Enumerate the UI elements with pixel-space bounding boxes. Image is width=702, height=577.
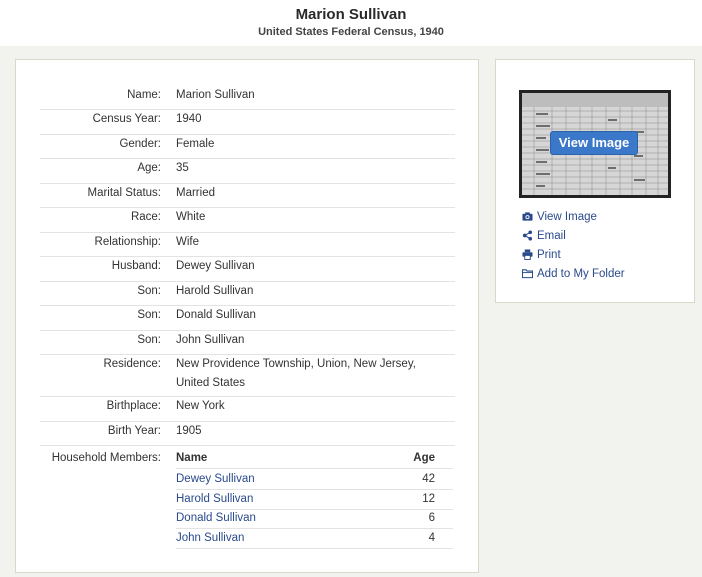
action-label: Add to My Folder — [537, 268, 625, 280]
record-label: Gender: — [119, 138, 161, 150]
record-value: Female — [176, 138, 215, 150]
page-header: Marion Sullivan United States Federal Ce… — [0, 0, 702, 46]
member-age: 12 — [422, 493, 435, 505]
column-header-age: Age — [413, 452, 435, 464]
household-members-section: Household Members: Name Age Dewey Sulliv… — [40, 449, 455, 569]
print-link[interactable]: Print — [522, 246, 625, 265]
record-value: 1905 — [176, 425, 202, 437]
record-value: Donald Sullivan — [176, 309, 256, 321]
email-link[interactable]: Email — [522, 227, 625, 246]
table-row: Dewey Sullivan 42 — [176, 470, 453, 490]
record-label: Birthplace: — [106, 400, 161, 412]
table-row: John Sullivan 4 — [176, 529, 453, 549]
record-row-birth-year: Birth Year: 1905 — [40, 422, 455, 446]
record-value: Married — [176, 187, 215, 199]
member-age: 42 — [422, 473, 435, 485]
record-label: Relationship: — [94, 236, 161, 248]
table-row: Harold Sullivan 12 — [176, 490, 453, 510]
record-label: Name: — [127, 89, 161, 101]
print-icon — [522, 249, 533, 260]
record-value: Marion Sullivan — [176, 89, 255, 101]
census-image-thumbnail[interactable]: View Image — [519, 90, 671, 198]
view-image-link[interactable]: View Image — [522, 208, 625, 227]
record-value: Harold Sullivan — [176, 285, 254, 297]
share-icon — [522, 230, 533, 241]
record-label: Race: — [130, 211, 161, 223]
add-to-folder-link[interactable]: Add to My Folder — [522, 265, 625, 284]
record-row-age: Age: 35 — [40, 159, 455, 184]
record-value: New Providence Township, Union, New Jers… — [176, 358, 416, 389]
view-image-button[interactable]: View Image — [551, 132, 637, 154]
record-value: White — [176, 211, 206, 223]
action-label: Print — [537, 249, 561, 261]
column-header-name: Name — [176, 452, 208, 464]
collection-subtitle: United States Federal Census, 1940 — [258, 26, 444, 38]
member-name-link[interactable]: Harold Sullivan — [176, 490, 253, 509]
action-label: View Image — [537, 211, 597, 223]
camera-icon — [522, 212, 533, 221]
record-row-son: Son: Harold Sullivan — [40, 282, 455, 306]
record-details-panel: Name: Marion Sullivan Census Year: 1940 … — [15, 59, 479, 573]
record-value: Wife — [176, 236, 199, 248]
record-row-husband: Husband: Dewey Sullivan — [40, 257, 455, 282]
record-label: Marital Status: — [87, 187, 162, 199]
record-label: Husband: — [111, 260, 161, 272]
record-value: John Sullivan — [176, 334, 245, 346]
record-label: Birth Year: — [107, 425, 161, 437]
record-row-relationship: Relationship: Wife — [40, 233, 455, 257]
table-row: Donald Sullivan 6 — [176, 509, 453, 529]
member-name-link[interactable]: Dewey Sullivan — [176, 470, 255, 489]
member-age: 4 — [428, 532, 435, 544]
record-value: 1940 — [176, 113, 202, 125]
record-image-panel: View Image View Image Email Print Add to… — [495, 59, 695, 303]
record-label: Son: — [137, 309, 161, 321]
folder-icon — [522, 269, 533, 279]
record-row-name: Name: Marion Sullivan — [40, 86, 455, 110]
household-members-label: Household Members: — [51, 452, 161, 464]
record-label: Son: — [137, 334, 161, 346]
record-row-son: Son: John Sullivan — [40, 331, 455, 355]
record-value: Dewey Sullivan — [176, 260, 255, 272]
record-label: Residence: — [103, 358, 161, 370]
member-name-link[interactable]: Donald Sullivan — [176, 509, 256, 528]
record-row-marital-status: Marital Status: Married — [40, 184, 455, 208]
action-label: Email — [537, 230, 566, 242]
record-label: Age: — [137, 162, 161, 174]
record-row-son: Son: Donald Sullivan — [40, 306, 455, 331]
record-label: Son: — [137, 285, 161, 297]
record-value: 35 — [176, 162, 189, 174]
record-value: New York — [176, 400, 225, 412]
member-name-link[interactable]: John Sullivan — [176, 529, 244, 548]
record-label: Census Year: — [92, 113, 161, 125]
record-row-residence: Residence: New Providence Township, Unio… — [40, 355, 455, 397]
page-title: Marion Sullivan — [295, 6, 407, 23]
record-actions: View Image Email Print Add to My Folder — [522, 208, 625, 284]
table-header-row: Name Age — [176, 449, 453, 469]
record-row-race: Race: White — [40, 208, 455, 233]
record-row-birthplace: Birthplace: New York — [40, 397, 455, 422]
member-age: 6 — [428, 512, 435, 524]
record-row-gender: Gender: Female — [40, 135, 455, 159]
record-row-census-year: Census Year: 1940 — [40, 110, 455, 135]
